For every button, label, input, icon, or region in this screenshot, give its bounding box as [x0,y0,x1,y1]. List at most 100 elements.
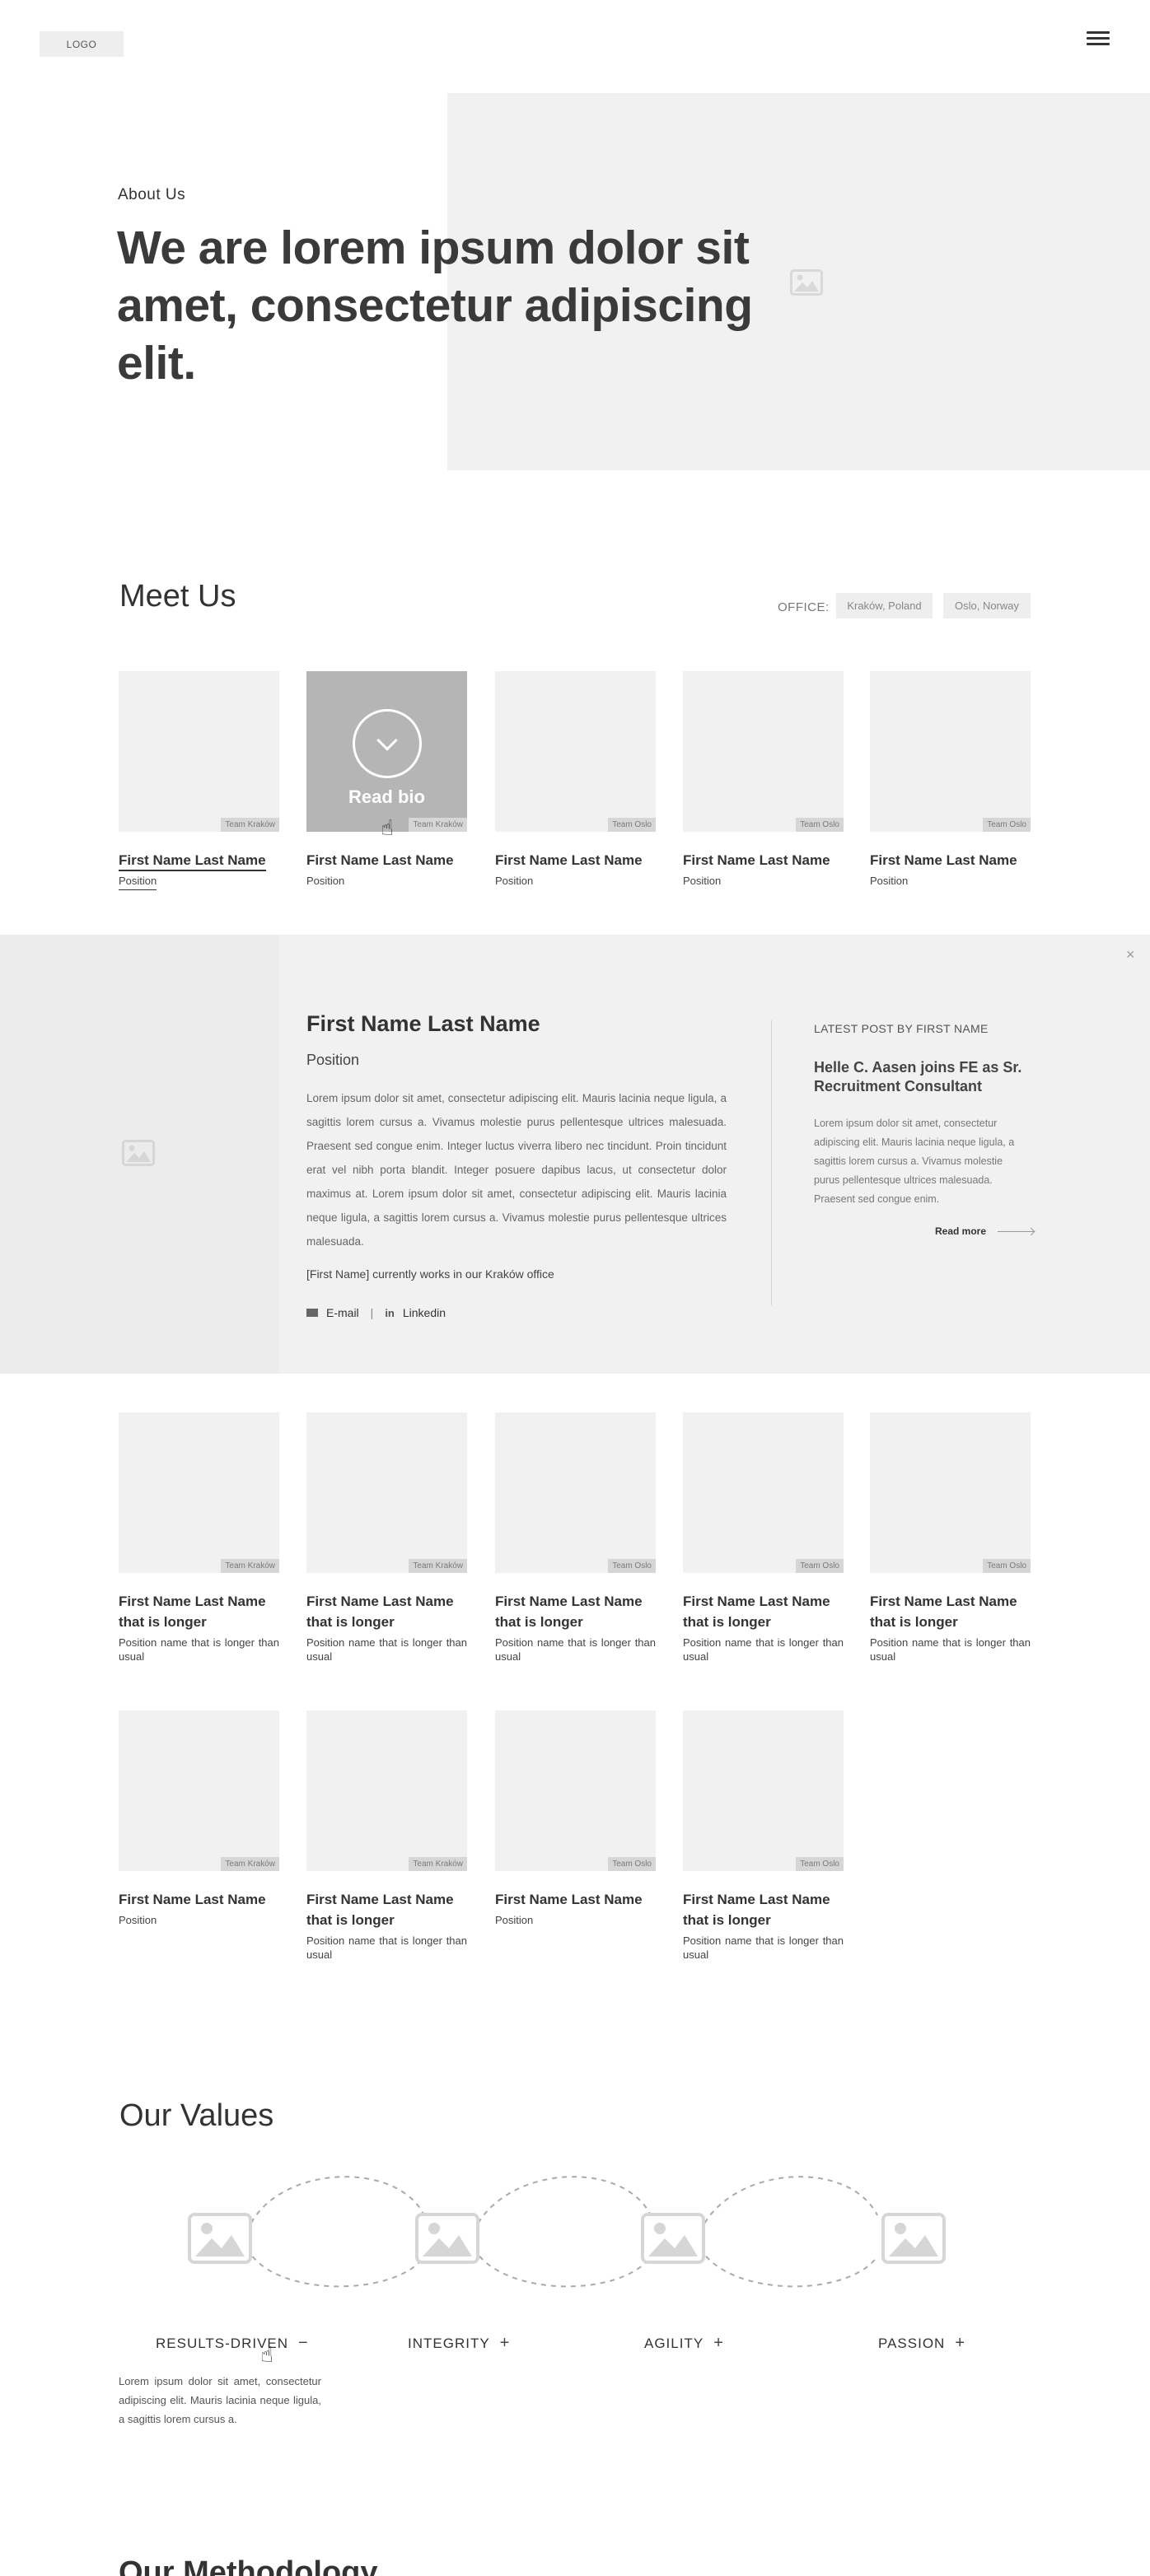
member-position: Position name that is longer than usual [683,1636,844,1663]
image-placeholder-icon [188,2213,252,2264]
value-tab-integrity[interactable]: INTEGRITY + [408,2334,510,2353]
member-position: Position [119,1914,157,1926]
team-tag: Team Oslo [796,818,844,832]
team-tag: Team Oslo [796,1559,844,1573]
office-filter-oslo[interactable]: Oslo, Norway [943,593,1031,618]
member-name: First Name Last Name that is longer [683,1594,830,1630]
team-tag: Team Kraków [221,1559,279,1573]
member-position: Position [119,874,279,890]
bio-office-note: [First Name] currently works in our Krak… [306,1267,554,1281]
value-tab-results-driven[interactable]: RESULTS-DRIVEN − [156,2334,309,2353]
team-photo[interactable]: Team Oslo [683,1710,844,1871]
hand-pointer-icon: ☝ [381,815,394,840]
team-tag: Team Oslo [608,1857,656,1871]
minus-icon[interactable]: − [298,2334,309,2353]
image-placeholder-icon [881,2213,946,2264]
team-card[interactable]: Team Oslo First Name Last Name that is l… [683,1710,844,1962]
read-more-link[interactable]: Read more [935,1225,1035,1237]
hamburger-menu-icon[interactable] [1086,28,1110,49]
member-name: First Name Last Name that is longer [306,1594,454,1630]
image-placeholder-icon [790,269,823,296]
member-name: First Name Last Name [870,852,1017,868]
team-photo[interactable]: Team Oslo [495,671,656,832]
team-photo[interactable]: Team Kraków [119,1710,279,1871]
member-name: First Name Last Name that is longer [119,1594,266,1630]
team-tag: Team Oslo [983,818,1031,832]
member-position: Position name that is longer than usual [870,1636,1031,1663]
team-photo-hover[interactable]: Read bio Team Kraków [306,671,467,832]
team-card[interactable]: Team Oslo First Name Last Name that is l… [683,1412,844,1664]
bio-position: Position [306,1052,360,1068]
office-filter-krakow[interactable]: Kraków, Poland [836,593,933,618]
team-card[interactable]: Team Kraków First Name Last Name Positio… [119,1710,279,1927]
divider [771,1020,772,1305]
read-bio-button[interactable]: Read bio [306,786,467,808]
member-name: First Name Last Name [683,852,830,868]
link-separator: | [370,1306,374,1319]
team-photo[interactable]: Team Kraków [119,1412,279,1573]
member-position: Position name that is longer than usual [306,1636,467,1663]
values-connector-curves [246,2176,878,2288]
linkedin-link[interactable]: in Linkedin [385,1306,446,1319]
team-photo[interactable]: Team Oslo [683,671,844,832]
team-photo[interactable]: Team Kraków [119,671,279,832]
team-photo[interactable]: Team Oslo [495,1710,656,1871]
team-photo[interactable]: Team Oslo [870,671,1031,832]
team-card[interactable]: Team Oslo First Name Last Name Position [683,671,844,888]
chevron-down-icon [376,730,398,751]
logo[interactable]: LOGO [40,31,124,57]
team-card[interactable]: Read bio Team Kraków First Name Last Nam… [306,671,467,888]
team-tag: Team Oslo [608,818,656,832]
team-card[interactable]: Team Oslo First Name Last Name that is l… [870,1412,1031,1664]
team-card[interactable]: Team Oslo First Name Last Name that is l… [495,1412,656,1664]
team-photo[interactable]: Team Kraków [306,1412,467,1573]
member-position: Position name that is longer than usual [119,1636,279,1663]
bio-text: Lorem ipsum dolor sit amet, consectetur … [306,1092,727,1248]
team-card[interactable]: Team Kraków First Name Last Name Positio… [119,671,279,890]
image-placeholder-icon [122,1140,155,1166]
bio-panel: × First Name Last Name Position Lorem ip… [0,935,1150,1374]
member-name: First Name Last Name that is longer [683,1892,830,1928]
methodology-title: Our Methodology [119,2555,378,2576]
close-icon[interactable]: × [1126,946,1135,964]
member-position: Position [683,875,722,887]
hero-title: We are lorem ipsum dolor sit amet, conse… [117,222,753,390]
member-name: First Name Last Name [495,852,643,868]
email-link[interactable]: E-mail [306,1306,359,1319]
plus-icon[interactable]: + [713,2334,724,2353]
member-name: First Name Last Name [119,1892,266,1907]
team-tag: Team Kraków [221,818,279,832]
team-card[interactable]: Team Kraków First Name Last Name that is… [119,1412,279,1664]
value-tab-agility[interactable]: AGILITY + [644,2334,724,2353]
team-tag: Team Kraków [221,1857,279,1871]
linkedin-icon: in [385,1306,395,1319]
team-photo[interactable]: Team Oslo [495,1412,656,1573]
bio-photo [0,935,279,1374]
member-name: First Name Last Name [119,850,279,871]
team-tag: Team Oslo [608,1559,656,1573]
latest-post-label: LATEST POST BY FIRST NAME [814,1022,989,1035]
team-card[interactable]: Team Oslo First Name Last Name Position [870,671,1031,888]
plus-icon[interactable]: + [500,2334,511,2353]
plus-icon[interactable]: + [955,2334,965,2353]
image-placeholder-icon [415,2213,479,2264]
team-photo[interactable]: Team Oslo [683,1412,844,1573]
value-description: Lorem ipsum dolor sit amet, consectetur … [119,2375,321,2425]
bio-name: First Name Last Name [306,1011,540,1036]
team-card[interactable]: Team Kraków First Name Last Name that is… [306,1412,467,1664]
member-position: Position [495,1914,534,1926]
latest-post-excerpt: Lorem ipsum dolor sit amet, consectetur … [814,1118,1015,1205]
our-values-title: Our Values [119,2098,274,2133]
latest-post-title[interactable]: Helle C. Aasen joins FE as Sr. Recruitme… [814,1058,1036,1096]
team-card[interactable]: Team Oslo First Name Last Name Position [495,671,656,888]
team-card[interactable]: Team Kraków First Name Last Name that is… [306,1710,467,1962]
member-position: Position name that is longer than usual [495,1636,656,1663]
value-tab-passion[interactable]: PASSION + [878,2334,965,2353]
team-photo[interactable]: Team Kraków [306,1710,467,1871]
team-card[interactable]: Team Oslo First Name Last Name Position [495,1710,656,1927]
mail-icon [306,1309,318,1317]
member-position: Position name that is longer than usual [306,1934,467,1961]
expand-circle-icon[interactable] [353,709,422,778]
bio-contact-links: E-mail | in Linkedin [306,1306,446,1319]
team-photo[interactable]: Team Oslo [870,1412,1031,1573]
